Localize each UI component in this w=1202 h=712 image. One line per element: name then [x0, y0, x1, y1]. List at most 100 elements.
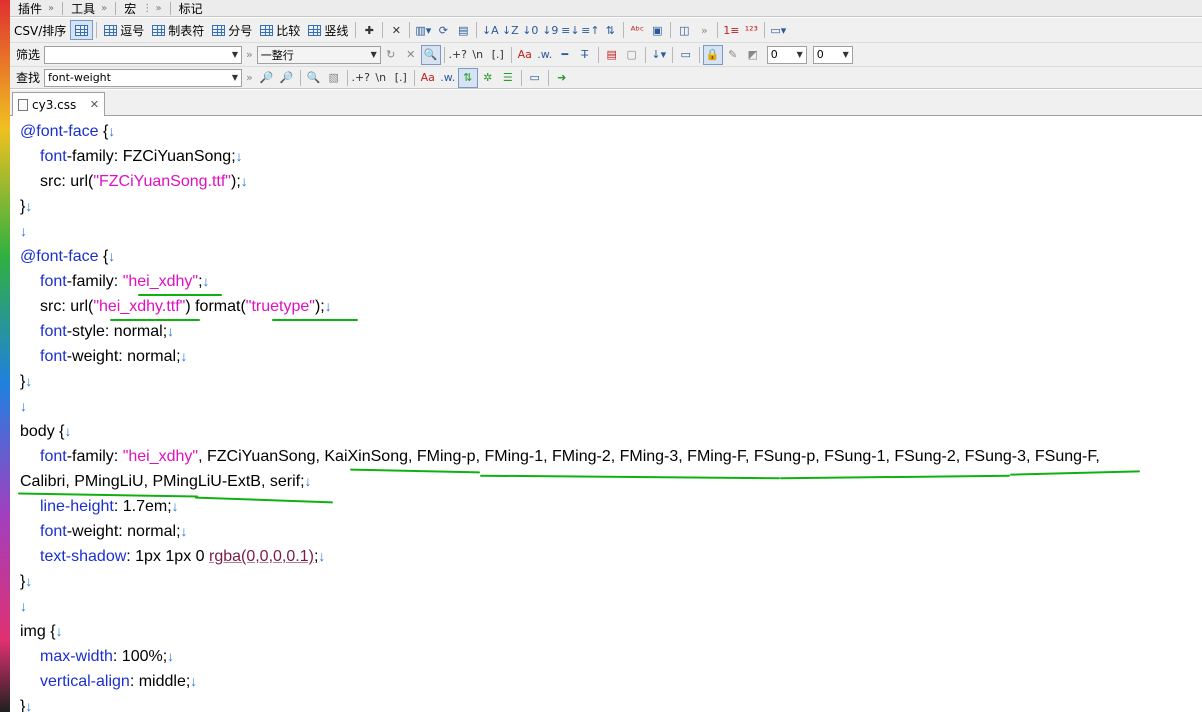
refresh-grid-icon[interactable]: ⟳	[433, 20, 453, 40]
split-view-icon[interactable]: ◫	[674, 20, 694, 40]
whole-word-icon[interactable]: .w.	[438, 68, 458, 88]
columns-icon[interactable]: ▥▾	[413, 20, 433, 40]
regex-icon[interactable]: .+?	[351, 68, 371, 88]
eol-arrow-icon: ↓	[324, 298, 332, 314]
number-select-1[interactable]: 0 ▼	[766, 45, 807, 64]
eol-arrow-icon: ↓	[180, 523, 188, 539]
spellcheck-icon[interactable]: ᴬᵇᶜ	[627, 20, 647, 40]
sort-lines-icon[interactable]: ≡↓	[560, 20, 580, 40]
filter-mode-select[interactable]: 一整行 ▼	[256, 45, 381, 64]
sort-az-icon[interactable]: ↓A	[480, 20, 500, 40]
number-select-2-value: 0	[816, 48, 824, 61]
semicolon-button[interactable]: 分号	[208, 20, 256, 40]
toolbar-separator	[346, 69, 348, 86]
code-text: Calibri, PMingLiU, PMingLiU-ExtB, serif;	[20, 473, 305, 490]
lock-icon[interactable]: 🔒	[702, 44, 723, 65]
toolbar-separator	[597, 46, 599, 63]
sort-90-icon[interactable]: ↓9	[540, 20, 560, 40]
copy-icon[interactable]: ▢	[622, 45, 642, 65]
brackets-icon[interactable]: [.]	[488, 45, 508, 65]
list-icon[interactable]: ☰	[498, 68, 518, 88]
find-input[interactable]: font-weight ▼	[44, 68, 243, 87]
panel-icon[interactable]: ▭	[525, 68, 545, 88]
code-text: -style: normal;	[66, 323, 168, 340]
chevron-icon: »	[101, 2, 108, 14]
code-text: -family:	[66, 448, 123, 465]
code-text: src: url(	[40, 298, 94, 315]
chevron-icon: »	[48, 2, 55, 14]
annotation-underline	[1009, 470, 1141, 476]
code-editor[interactable]: @font-face {↓ font-family: FZCiYuanSong;…	[10, 117, 1202, 712]
newline-icon[interactable]: \n	[468, 45, 488, 65]
toolbar-menu-icon[interactable]: ▭▾	[768, 20, 788, 40]
tab-delimiter-button[interactable]: 制表符	[148, 20, 208, 40]
filter-input[interactable]: ▼	[44, 45, 243, 64]
tools-icon[interactable]: ✕	[386, 20, 406, 40]
document-tab-bar: cy3.css ✕	[10, 90, 1202, 116]
arrow-down-icon[interactable]: ↓▾	[649, 45, 669, 65]
comma-button[interactable]: 逗号	[100, 20, 148, 40]
menu-macros[interactable]: 宏 ⋮ »	[116, 0, 169, 17]
number-select-2[interactable]: 0 ▼	[812, 45, 853, 64]
clear-icon[interactable]: ✕	[401, 45, 421, 65]
document-icon[interactable]: ▤	[602, 45, 622, 65]
search-icon[interactable]: 🔍	[420, 44, 441, 65]
toolbar-separator	[717, 22, 719, 38]
fill-icon[interactable]: ◩	[743, 45, 763, 65]
wrap-around-icon[interactable]: ⇅	[457, 67, 478, 88]
code-text: );	[230, 173, 241, 190]
close-icon[interactable]: ✕	[90, 98, 99, 111]
pipe-button[interactable]: 竖线	[304, 20, 352, 40]
csv-sort-button[interactable]: CSV/排序	[10, 20, 70, 40]
highlight-icon[interactable]: ✲	[478, 68, 498, 88]
code-line-24: }↓	[20, 694, 32, 712]
newline-icon[interactable]: \n	[371, 68, 391, 88]
find-all-icon[interactable]: 🔍	[304, 68, 324, 88]
find-label: 查找	[16, 71, 41, 85]
more-icon[interactable]: »	[242, 48, 257, 61]
sort-reverse-icon[interactable]: ≡↑	[580, 20, 600, 40]
more-icon[interactable]: »	[242, 71, 257, 84]
eol-arrow-icon: ↓	[180, 348, 188, 364]
property-keyword: font	[40, 273, 67, 290]
brackets-icon[interactable]: [.]	[391, 68, 411, 88]
compare-button[interactable]: 比较	[256, 20, 304, 40]
spell-options-icon[interactable]: ▣	[647, 20, 667, 40]
find-next-icon[interactable]: 🔎	[257, 68, 277, 88]
tab-cy3-css[interactable]: cy3.css ✕	[12, 92, 105, 116]
toolbar-separator	[671, 46, 673, 63]
menu-bar: 插件 » 工具 » 宏 ⋮ » 标记	[10, 0, 1202, 17]
menu-plugins[interactable]: 插件 »	[10, 0, 62, 17]
dash-icon[interactable]: ━	[555, 45, 575, 65]
sort-za-icon[interactable]: ↓Z	[500, 20, 520, 40]
refresh-icon[interactable]: ↻	[381, 45, 401, 65]
toolbar-separator	[520, 69, 522, 86]
more-icon[interactable]: »	[694, 20, 714, 40]
menu-bookmarks[interactable]: 标记	[171, 0, 211, 17]
go-arrow-icon[interactable]: ➜	[552, 68, 572, 88]
find-in-files-icon[interactable]: ▧	[324, 68, 344, 88]
pin-icon[interactable]: ✎	[723, 45, 743, 65]
menu-tools[interactable]: 工具 »	[63, 0, 115, 17]
add-icon[interactable]: ✚	[359, 20, 379, 40]
whole-word-icon[interactable]: .w.	[535, 45, 555, 65]
tab-filename: cy3.css	[32, 97, 77, 112]
find-prev-icon[interactable]: 🔎	[277, 68, 297, 88]
numbered-list-icon[interactable]: 1≡	[721, 20, 741, 40]
number-lines-icon[interactable]: ¹²³	[741, 20, 761, 40]
match-case-icon[interactable]: Aa	[418, 68, 438, 88]
code-text: );	[314, 298, 325, 315]
chevron-down-icon: ▼	[370, 50, 377, 59]
eol-arrow-icon: ↓	[235, 148, 243, 164]
table-icon[interactable]: ▤	[453, 20, 473, 40]
match-case-icon[interactable]: Aa	[515, 45, 535, 65]
sort-options-icon[interactable]: ⇅	[600, 20, 620, 40]
csv-mode-toggle[interactable]	[70, 20, 94, 40]
clear-filter-icon[interactable]: T̶	[575, 45, 595, 65]
regex-icon[interactable]: .+?	[448, 45, 468, 65]
sort-09-icon[interactable]: ↓0	[520, 20, 540, 40]
window-icon[interactable]: ▭	[676, 45, 696, 65]
code-line-14: font-family: "hei_xdhy", FZCiYuanSong, K…	[20, 444, 1100, 469]
code-text: -family:	[66, 273, 123, 290]
annotation-underline	[779, 474, 1011, 480]
